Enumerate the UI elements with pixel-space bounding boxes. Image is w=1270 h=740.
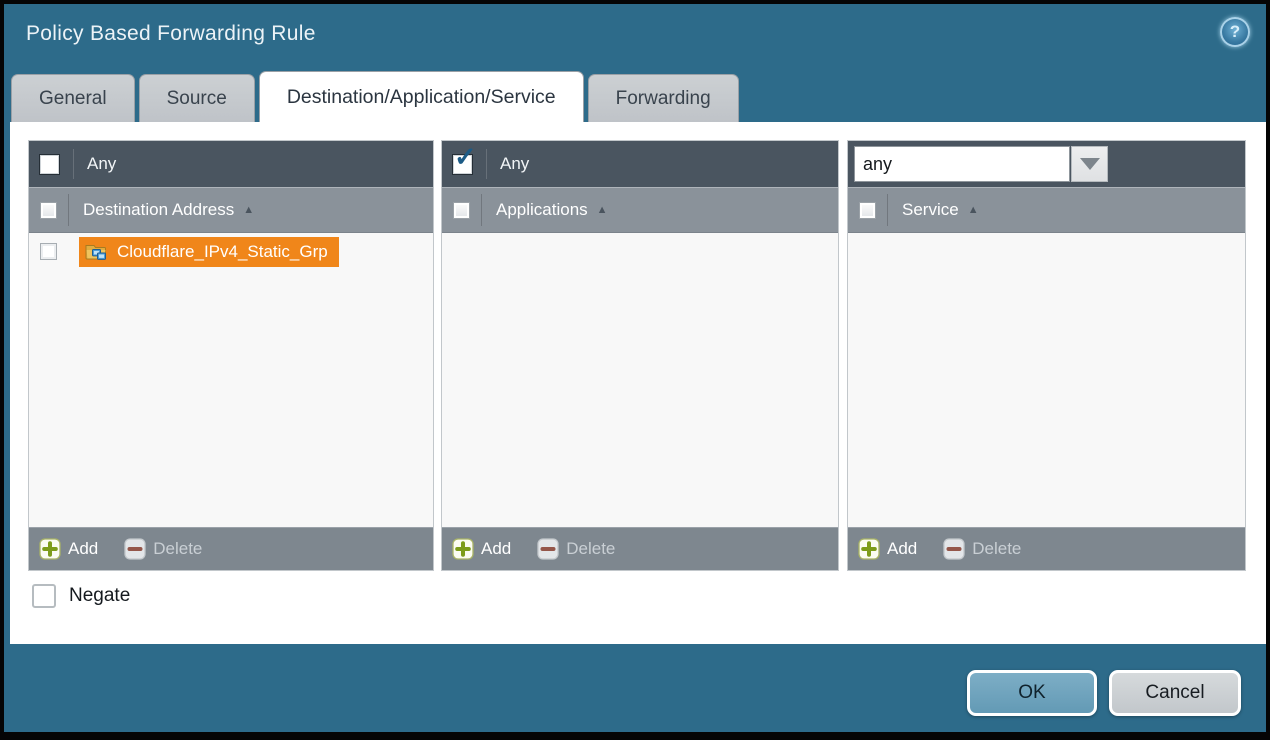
ok-button-label: OK — [1018, 682, 1045, 704]
address-group-name: Cloudflare_IPv4_Static_Grp — [117, 242, 328, 262]
divider — [486, 149, 487, 179]
cancel-button[interactable]: Cancel — [1109, 670, 1241, 716]
negate-option[interactable]: Negate — [32, 584, 130, 608]
check-icon: ✓ — [454, 144, 477, 171]
divider — [73, 149, 74, 179]
sort-asc-icon[interactable]: ▲ — [243, 204, 254, 216]
cancel-button-label: Cancel — [1145, 682, 1204, 704]
add-icon — [858, 538, 880, 560]
destination-column-header[interactable]: Destination Address ▲ — [29, 187, 433, 233]
row-checkbox[interactable] — [40, 243, 57, 260]
destination-list-item[interactable]: Cloudflare_IPv4_Static_Grp — [29, 233, 433, 270]
destination-any-header: Any — [29, 141, 433, 187]
applications-panel: ✓ Any Applications ▲ — [441, 140, 839, 571]
destination-selectall-checkbox[interactable] — [40, 202, 57, 219]
service-column-title: Service — [902, 200, 959, 220]
service-panel: Service ▲ Add — [847, 140, 1246, 571]
tab-das-label: Destination/Application/Service — [287, 86, 556, 109]
negate-label: Negate — [69, 585, 130, 607]
service-dropdown-button[interactable] — [1071, 146, 1108, 182]
destination-address-panel: Any Destination Address ▲ — [28, 140, 434, 571]
panels-row: Any Destination Address ▲ — [28, 140, 1246, 571]
add-icon — [39, 538, 61, 560]
service-add-button[interactable]: Add — [858, 538, 917, 560]
ok-button[interactable]: OK — [967, 670, 1097, 716]
service-column-header[interactable]: Service ▲ — [848, 187, 1245, 233]
divider — [481, 194, 482, 226]
address-group-icon — [85, 242, 108, 262]
applications-column-title: Applications — [496, 200, 588, 220]
dialog-title: Policy Based Forwarding Rule — [26, 22, 316, 46]
applications-list — [442, 233, 838, 527]
delete-label: Delete — [972, 539, 1021, 559]
service-dropdown-header — [848, 141, 1245, 187]
divider — [887, 194, 888, 226]
destination-list: Cloudflare_IPv4_Static_Grp — [29, 233, 433, 527]
destination-footer: Add Delete — [29, 527, 433, 570]
add-icon — [452, 538, 474, 560]
applications-add-button[interactable]: Add — [452, 538, 511, 560]
delete-icon — [537, 538, 559, 560]
service-list — [848, 233, 1245, 527]
tab-general-label: General — [39, 88, 107, 110]
service-footer: Add Delete — [848, 527, 1245, 570]
tab-bar: General Source Destination/Application/S… — [11, 71, 743, 122]
destination-any-checkbox[interactable] — [39, 154, 60, 175]
applications-delete-button[interactable]: Delete — [537, 538, 615, 560]
address-group-chip[interactable]: Cloudflare_IPv4_Static_Grp — [79, 237, 339, 267]
pbf-rule-dialog: Policy Based Forwarding Rule ? General S… — [0, 0, 1270, 740]
divider — [68, 194, 69, 226]
applications-selectall-checkbox[interactable] — [453, 202, 470, 219]
negate-checkbox[interactable] — [32, 584, 56, 608]
applications-any-header: ✓ Any — [442, 141, 838, 187]
help-glyph: ? — [1230, 22, 1240, 42]
service-dropdown-input[interactable] — [854, 146, 1070, 182]
delete-icon — [124, 538, 146, 560]
add-label: Add — [481, 539, 511, 559]
sort-asc-icon[interactable]: ▲ — [968, 204, 979, 216]
tab-source-label: Source — [167, 88, 227, 110]
help-icon[interactable]: ? — [1220, 17, 1250, 47]
service-delete-button[interactable]: Delete — [943, 538, 1021, 560]
add-label: Add — [887, 539, 917, 559]
applications-any-checkbox[interactable]: ✓ — [452, 154, 473, 175]
service-dropdown — [854, 146, 1108, 182]
applications-any-label: Any — [500, 154, 529, 174]
destination-delete-button[interactable]: Delete — [124, 538, 202, 560]
delete-label: Delete — [566, 539, 615, 559]
tab-general[interactable]: General — [11, 74, 135, 122]
destination-any-label: Any — [87, 154, 116, 174]
applications-footer: Add Delete — [442, 527, 838, 570]
sort-asc-icon[interactable]: ▲ — [597, 204, 608, 216]
delete-icon — [943, 538, 965, 560]
tab-destination-application-service[interactable]: Destination/Application/Service — [259, 71, 584, 122]
tab-forwarding-label: Forwarding — [616, 88, 711, 110]
destination-add-button[interactable]: Add — [39, 538, 98, 560]
tab-content: Any Destination Address ▲ — [10, 122, 1266, 644]
tab-source[interactable]: Source — [139, 74, 255, 122]
add-label: Add — [68, 539, 98, 559]
applications-column-header[interactable]: Applications ▲ — [442, 187, 838, 233]
tab-forwarding[interactable]: Forwarding — [588, 74, 739, 122]
chevron-down-icon — [1080, 158, 1100, 170]
delete-label: Delete — [153, 539, 202, 559]
destination-column-title: Destination Address — [83, 200, 234, 220]
service-selectall-checkbox[interactable] — [859, 202, 876, 219]
